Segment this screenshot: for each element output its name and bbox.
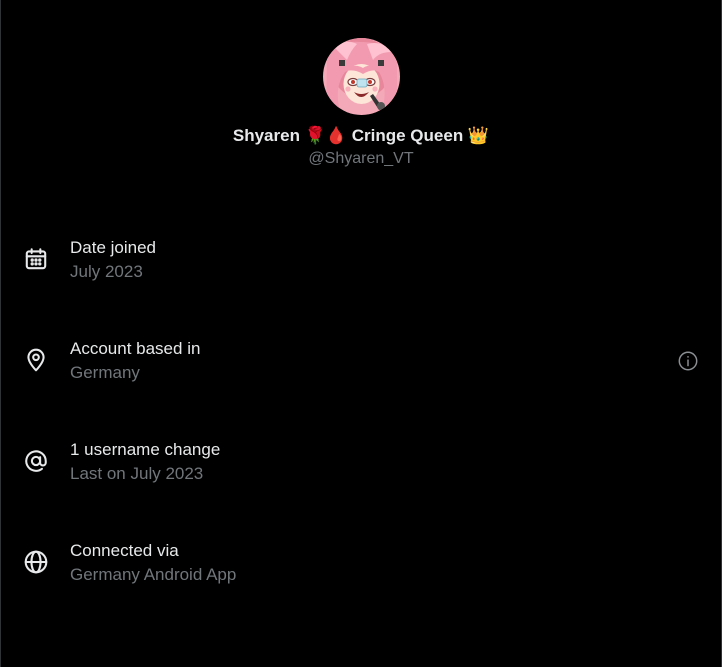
list-item-username-change: 1 username change Last on July 2023 [0, 438, 722, 539]
username-change-value: Last on July 2023 [70, 464, 204, 483]
calendar-icon [23, 246, 49, 272]
avatar-illustration [322, 38, 400, 115]
username-change-text: 1 username change Last on July 2023 [70, 438, 220, 486]
avatar[interactable] [322, 38, 400, 115]
account-based-in-label: Account based in [70, 339, 201, 358]
at-sign-icon [23, 448, 49, 474]
info-icon[interactable] [677, 350, 699, 372]
connected-via-text: Connected via Germany Android App [70, 539, 236, 587]
globe-icon [23, 549, 49, 575]
connected-via-label: Connected via [70, 541, 179, 560]
username-handle: @Shyaren_VT [308, 150, 414, 167]
list-item-account-based-in: Account based in Germany [0, 337, 722, 438]
date-joined-text: Date joined July 2023 [70, 236, 156, 284]
username-change-label: 1 username change [70, 440, 221, 459]
date-joined-label: Date joined [70, 238, 157, 257]
location-pin-icon [23, 347, 49, 373]
about-account-list: Date joined July 2023 Account based in G… [0, 236, 722, 640]
display-name: Shyaren 🌹🩸 Cringe Queen 👑 [232, 126, 490, 145]
list-item-date-joined: Date joined July 2023 [0, 236, 722, 337]
profile-header: Shyaren 🌹🩸 Cringe Queen 👑 @Shyaren_VT [0, 38, 722, 169]
list-item-connected-via: Connected via Germany Android App [0, 539, 722, 640]
date-joined-value: July 2023 [70, 262, 143, 281]
account-based-in-text: Account based in Germany [70, 337, 200, 385]
connected-via-value: Germany Android App [70, 565, 237, 584]
account-based-in-value: Germany [70, 363, 140, 382]
